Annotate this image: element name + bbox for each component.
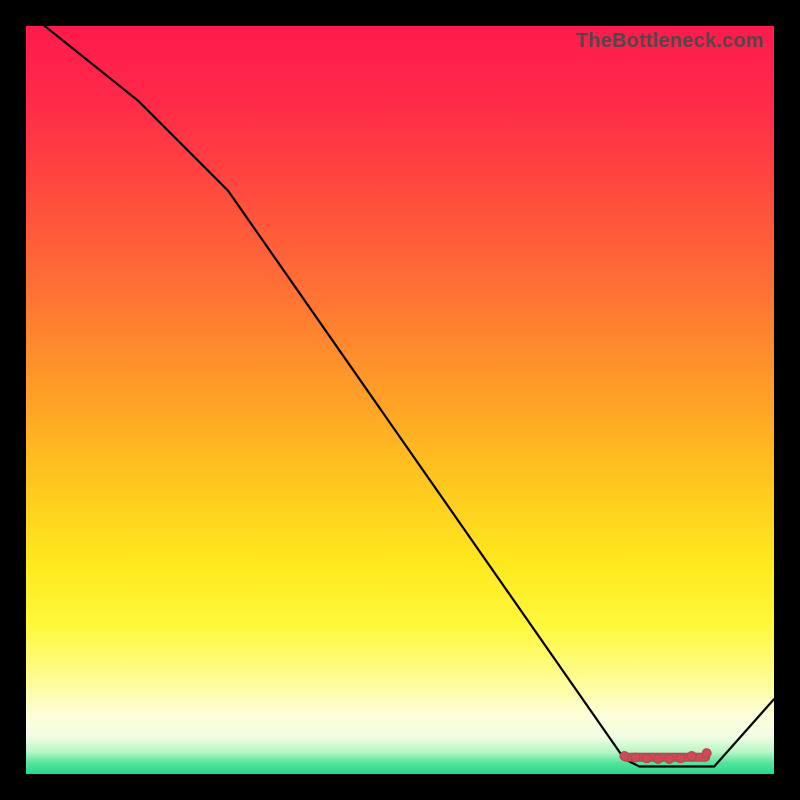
marker-dot bbox=[702, 749, 711, 758]
marker-dot bbox=[676, 754, 685, 763]
chart-frame: TheBottleneck.com bbox=[0, 0, 800, 800]
marker-dot bbox=[620, 752, 629, 761]
chart-svg bbox=[26, 26, 774, 774]
marker-dot bbox=[642, 754, 651, 763]
marker-dot bbox=[631, 753, 640, 762]
marker-dot bbox=[665, 755, 674, 764]
bottleneck-curve bbox=[26, 11, 774, 767]
marker-dot bbox=[654, 755, 663, 764]
plot-area: TheBottleneck.com bbox=[26, 26, 774, 774]
marker-dot bbox=[687, 752, 696, 761]
highlight-range bbox=[620, 749, 711, 764]
